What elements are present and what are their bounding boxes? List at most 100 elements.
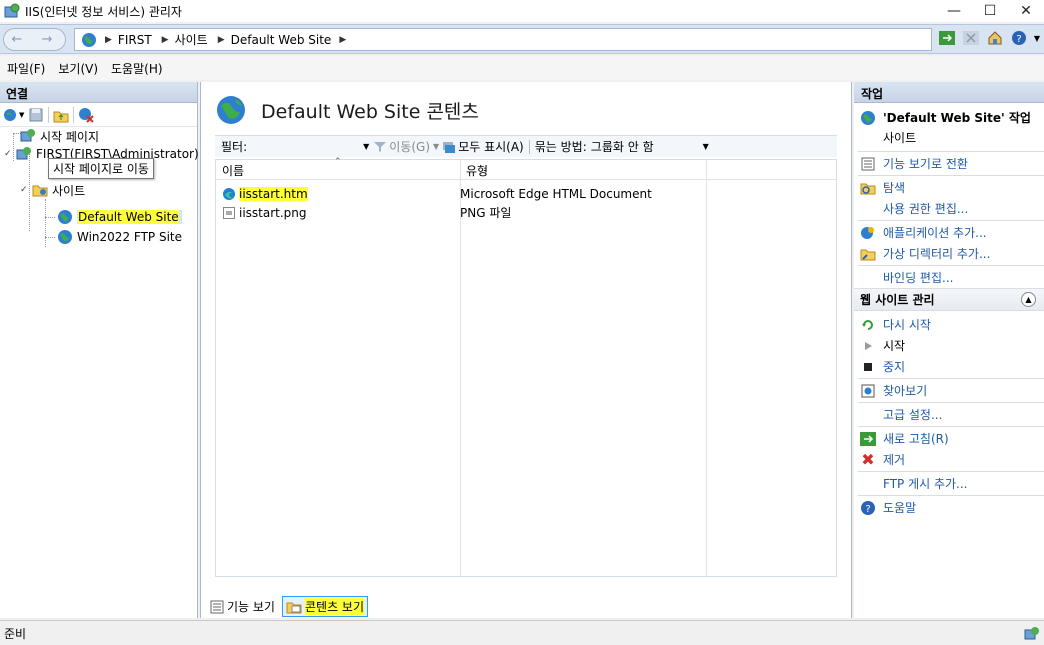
connections-toolbar: ▼ (0, 103, 197, 127)
stop-icon[interactable] (962, 29, 980, 47)
collapse-arrow-icon[interactable]: ✓ (4, 149, 14, 159)
action-edit-permissions[interactable]: 사용 권한 편집... (854, 198, 1044, 219)
page-title: Default Web Site 콘텐츠 (261, 100, 479, 123)
maximize-button[interactable]: ☐ (972, 0, 1008, 22)
filter-input[interactable] (253, 138, 363, 156)
features-view-icon (860, 156, 876, 172)
forward-arrow-icon[interactable]: → (36, 28, 58, 50)
save-icon[interactable] (28, 107, 44, 123)
manage-website-header[interactable]: 웹 사이트 관리 ▲ (854, 288, 1044, 311)
browse-icon (860, 383, 876, 399)
action-advanced-settings[interactable]: 고급 설정... (854, 404, 1044, 425)
list-item[interactable]: iisstart.png PNG 파일 (216, 203, 836, 222)
action-refresh[interactable]: 새로 고침(R) (854, 428, 1044, 449)
window-controls: — ☐ ✕ (936, 0, 1044, 22)
column-header-name[interactable]: 이름 ⌃ (216, 157, 460, 179)
actions-panel: 작업 'Default Web Site' 작업 사이트 기능 보기로 전환 탐… (854, 82, 1044, 618)
explore-icon (860, 180, 876, 196)
chevron-right-icon: ▶ (161, 34, 169, 45)
action-explore[interactable]: 탐색 (854, 177, 1044, 198)
address-toolbar: ? ▼ (938, 29, 1040, 47)
go-button[interactable]: 이동(G) (373, 138, 430, 155)
sites-folder-icon (32, 185, 48, 197)
action-add-ftp-publishing[interactable]: FTP 게시 추가... (854, 473, 1044, 494)
list-item[interactable]: iisstart.htm Microsoft Edge HTML Documen… (216, 184, 836, 203)
tree-node-start-page[interactable]: 시작 페이지 (20, 127, 99, 145)
sort-ascending-icon: ⌃ (334, 157, 342, 167)
show-all-button[interactable]: 모두 표시(A) (442, 138, 524, 155)
action-switch-features-view[interactable]: 기능 보기로 전환 (854, 153, 1044, 174)
action-start[interactable]: 시작 (854, 335, 1044, 356)
content-view-icon (286, 602, 302, 613)
title-bar: IIS(인터넷 정보 서비스) 관리자 — ☐ ✕ (0, 0, 1044, 22)
up-folder-icon[interactable] (53, 107, 69, 123)
restart-icon (860, 317, 876, 333)
edge-icon (223, 187, 235, 200)
menu-bar: 파일(F) 보기(V) 도움말(H) (0, 56, 1044, 80)
breadcrumb[interactable]: ▶ FIRST ▶ 사이트 ▶ Default Web Site ▶ (74, 28, 932, 51)
collapse-icon[interactable]: ▲ (1021, 292, 1036, 307)
action-stop[interactable]: 중지 (854, 356, 1044, 377)
action-remove[interactable]: ✖ 제거 (854, 449, 1044, 470)
minimize-button[interactable]: — (936, 0, 972, 22)
content-list: 이름 ⌃ 유형 iisstart.htm Microsoft Edge HTML… (215, 157, 837, 577)
globe-icon (217, 96, 245, 124)
refresh-icon[interactable] (938, 29, 956, 47)
close-button[interactable]: ✕ (1008, 0, 1044, 22)
connections-tree: 시작 페이지 ✓ FIRST(FIRST\Administrator) ✓ 사이… (0, 127, 199, 247)
action-help[interactable]: ? 도움말 (854, 497, 1044, 518)
menu-help[interactable]: 도움말(H) (111, 60, 163, 77)
connections-panel: 연결 ▼ 시작 페이지 ✓ FIRST(FIRST\Administrator)… (0, 82, 199, 618)
breadcrumb-item[interactable]: ▶ 사이트 (158, 31, 208, 48)
start-page-icon (20, 129, 35, 142)
action-add-virtual-directory[interactable]: 가상 디렉터리 추가... (854, 243, 1044, 264)
menu-view[interactable]: 보기(V) (58, 60, 98, 77)
dropdown-arrow-icon[interactable]: ▼ (433, 142, 439, 151)
column-divider (460, 160, 461, 576)
home-icon[interactable] (986, 29, 1004, 47)
refresh-icon (860, 431, 876, 447)
breadcrumb-item[interactable]: ▶ Default Web Site ▶ (214, 33, 353, 47)
tooltip: 시작 페이지로 이동 (48, 158, 154, 179)
filter-funnel-icon (374, 141, 387, 152)
stop-square-icon (860, 359, 876, 375)
menu-file[interactable]: 파일(F) (7, 60, 45, 77)
remove-x-icon: ✖ (861, 450, 875, 469)
breadcrumb-item[interactable]: ▶ FIRST (101, 33, 152, 47)
window-title: IIS(인터넷 정보 서비스) 관리자 (25, 4, 182, 19)
action-edit-bindings[interactable]: 바인딩 편집... (854, 267, 1044, 288)
dropdown-arrow-icon[interactable]: ▼ (363, 142, 369, 151)
add-application-icon (860, 225, 876, 241)
content-panel: Default Web Site 콘텐츠 필터: ▼ 이동(G) ▼ 모두 표시… (200, 82, 852, 618)
action-add-application[interactable]: 애플리케이션 추가... (854, 222, 1044, 243)
connect-globe-icon[interactable] (3, 107, 19, 123)
features-view-icon (210, 600, 224, 613)
status-server-icon (1024, 627, 1039, 640)
view-tabs: 기능 보기 콘텐츠 보기 (207, 596, 368, 617)
action-browse[interactable]: 찾아보기 (854, 380, 1044, 401)
action-restart[interactable]: 다시 시작 (854, 314, 1044, 335)
svg-text:?: ? (865, 504, 870, 515)
collapse-arrow-icon[interactable]: ✓ (20, 185, 30, 195)
tree-node-ftp-site[interactable]: Win2022 FTP Site (57, 228, 182, 246)
show-all-icon (443, 141, 456, 153)
tab-content-view[interactable]: 콘텐츠 보기 (281, 596, 368, 617)
column-header-type[interactable]: 유형 (460, 160, 494, 179)
tree-node-sites[interactable]: ✓ 사이트 (20, 181, 85, 199)
tab-features-view[interactable]: 기능 보기 (207, 597, 278, 616)
dropdown-arrow-icon[interactable]: ▼ (1034, 34, 1040, 43)
dropdown-arrow-icon[interactable]: ▼ (19, 111, 24, 119)
group-by-select[interactable]: 그룹화 안 함 ▼ (591, 138, 709, 155)
help-icon[interactable]: ? (1010, 29, 1028, 47)
back-arrow-icon[interactable]: ← (6, 28, 28, 50)
site-actions-subtitle: 사이트 (883, 131, 917, 145)
toolbar-divider (73, 106, 75, 123)
status-text: 준비 (4, 626, 27, 641)
disconnect-icon[interactable] (78, 107, 95, 123)
list-header: 이름 ⌃ 유형 (216, 157, 836, 180)
globe-icon (58, 230, 72, 244)
chevron-right-icon: ▶ (105, 34, 112, 45)
globe-icon (861, 110, 875, 125)
tree-node-default-web-site[interactable]: Default Web Site (57, 208, 182, 226)
play-icon (860, 338, 876, 354)
